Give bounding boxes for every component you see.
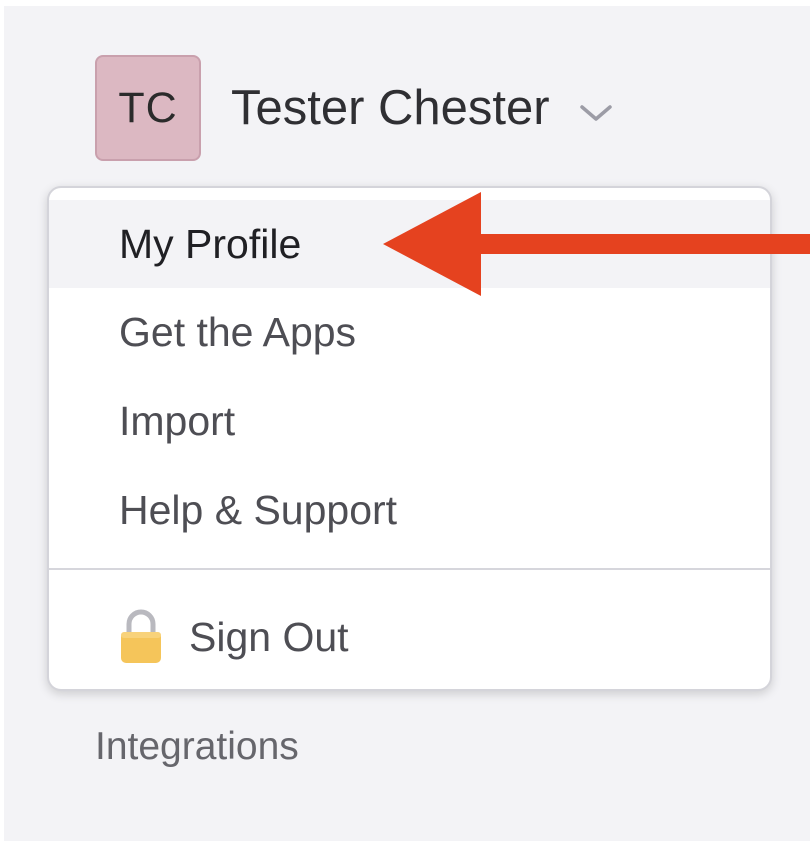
menu-item-label: My Profile bbox=[119, 220, 302, 267]
menu-item-label: Help & Support bbox=[119, 486, 398, 533]
lock-icon bbox=[121, 609, 161, 663]
menu-item-label: Sign Out bbox=[189, 613, 349, 660]
user-menu-trigger[interactable]: TC Tester Chester bbox=[95, 55, 614, 161]
menu-item-help-support[interactable]: Help & Support bbox=[49, 466, 770, 554]
menu-item-label: Import bbox=[119, 397, 236, 444]
menu-item-sign-out[interactable]: Sign Out bbox=[49, 593, 770, 681]
user-name: Tester Chester bbox=[231, 81, 550, 135]
menu-item-my-profile[interactable]: My Profile bbox=[49, 200, 770, 288]
chevron-down-icon bbox=[579, 105, 612, 121]
menu-divider bbox=[49, 568, 770, 570]
user-dropdown-menu: My Profile Get the Apps Import Help & Su… bbox=[47, 186, 772, 691]
menu-item-label: Get the Apps bbox=[119, 308, 357, 355]
menu-item-import[interactable]: Import bbox=[49, 377, 770, 465]
sidebar-item-integrations[interactable]: Integrations bbox=[95, 725, 299, 769]
avatar-initials: TC bbox=[118, 83, 178, 132]
avatar: TC bbox=[95, 55, 201, 161]
menu-item-get-the-apps[interactable]: Get the Apps bbox=[49, 288, 770, 376]
